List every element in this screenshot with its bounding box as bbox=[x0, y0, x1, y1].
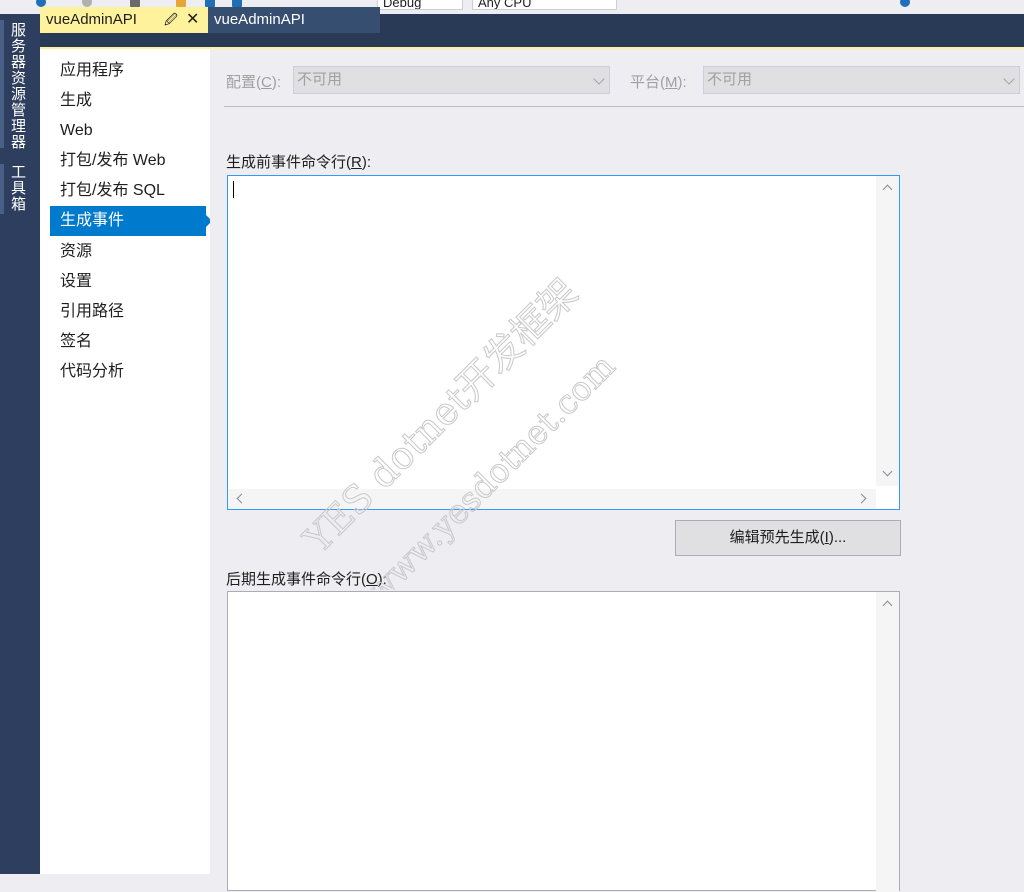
pin-icon[interactable]: 🖉 bbox=[164, 7, 178, 33]
scroll-left-icon[interactable] bbox=[236, 493, 247, 504]
scroll-right-icon[interactable] bbox=[856, 493, 867, 504]
nav-item-build[interactable]: 生成 bbox=[50, 86, 206, 116]
nav-item-signing[interactable]: 签名 bbox=[50, 327, 206, 357]
nav-item-reference-paths[interactable]: 引用路径 bbox=[50, 297, 206, 327]
nav-item-code-analysis[interactable]: 代码分析 bbox=[50, 357, 206, 387]
navigate-back-icon[interactable] bbox=[36, 0, 46, 7]
open-folder-icon[interactable] bbox=[176, 0, 186, 7]
vertical-scrollbar[interactable] bbox=[876, 176, 899, 486]
live-share-icon[interactable] bbox=[900, 0, 910, 7]
save-all-icon[interactable] bbox=[232, 0, 242, 7]
scroll-up-icon[interactable] bbox=[882, 184, 893, 195]
configuration-label: 配置(C): bbox=[226, 74, 282, 91]
pre-build-label: 生成前事件命令行(R): bbox=[226, 154, 372, 171]
horizontal-scrollbar[interactable] bbox=[228, 489, 876, 509]
server-explorer-tab[interactable]: 服务器资源管理器 bbox=[8, 22, 28, 150]
tab-project-properties[interactable]: vueAdminAPI 🖉 ✕ bbox=[40, 7, 208, 33]
platform-value: 不可用 bbox=[707, 71, 753, 88]
nav-item-resources[interactable]: 资源 bbox=[50, 237, 206, 267]
tab-label: vueAdminAPI bbox=[214, 11, 305, 28]
toolbox-tab[interactable]: 工具箱 bbox=[8, 164, 28, 212]
tab-label: vueAdminAPI bbox=[46, 11, 137, 28]
post-build-label: 后期生成事件命令行(O): bbox=[226, 571, 387, 588]
save-icon[interactable] bbox=[205, 0, 215, 7]
vertical-scrollbar[interactable] bbox=[876, 592, 899, 892]
edit-pre-build-button[interactable]: 编辑预先生成(I)... bbox=[675, 520, 901, 556]
scroll-up-icon[interactable] bbox=[882, 600, 893, 611]
configuration-value: 不可用 bbox=[297, 71, 343, 88]
pre-build-textbox[interactable] bbox=[227, 175, 900, 510]
platform-label: 平台(M): bbox=[630, 74, 687, 91]
build-events-page: 配置(C): 不可用 平台(M): 不可用 生成前事件命令行(R): 编辑预先生… bbox=[210, 49, 1024, 892]
chevron-down-icon bbox=[593, 73, 605, 85]
nav-item-settings[interactable]: 设置 bbox=[50, 267, 206, 297]
navigate-forward-icon[interactable] bbox=[82, 0, 92, 7]
nav-item-package-web[interactable]: 打包/发布 Web bbox=[50, 146, 206, 176]
side-dock: 服务器资源管理器 工具箱 bbox=[0, 14, 40, 874]
nav-item-web[interactable]: Web bbox=[50, 116, 206, 146]
scroll-down-icon[interactable] bbox=[882, 466, 893, 477]
post-build-textbox[interactable] bbox=[227, 591, 900, 892]
new-item-icon[interactable] bbox=[130, 0, 140, 7]
platform-dropdown[interactable]: 不可用 bbox=[703, 66, 1020, 94]
nav-item-application[interactable]: 应用程序 bbox=[50, 56, 206, 86]
chevron-down-icon bbox=[1003, 73, 1015, 85]
text-caret bbox=[233, 181, 234, 198]
property-pages-nav: 应用程序 生成 Web 打包/发布 Web 打包/发布 SQL 生成事件 资源 … bbox=[40, 49, 212, 874]
dock-tab-marker bbox=[0, 20, 4, 148]
tab-project-file[interactable]: vueAdminAPI bbox=[208, 7, 380, 33]
solution-platform-dropdown[interactable]: Any CPU bbox=[472, 0, 617, 10]
solution-configuration-dropdown[interactable]: Debug bbox=[377, 0, 463, 10]
nav-item-package-sql[interactable]: 打包/发布 SQL bbox=[50, 176, 206, 206]
close-icon[interactable]: ✕ bbox=[186, 7, 199, 33]
configuration-dropdown[interactable]: 不可用 bbox=[293, 66, 610, 94]
nav-item-build-events[interactable]: 生成事件 bbox=[50, 206, 212, 236]
dock-tab-marker bbox=[0, 164, 4, 214]
divider bbox=[224, 106, 1024, 107]
